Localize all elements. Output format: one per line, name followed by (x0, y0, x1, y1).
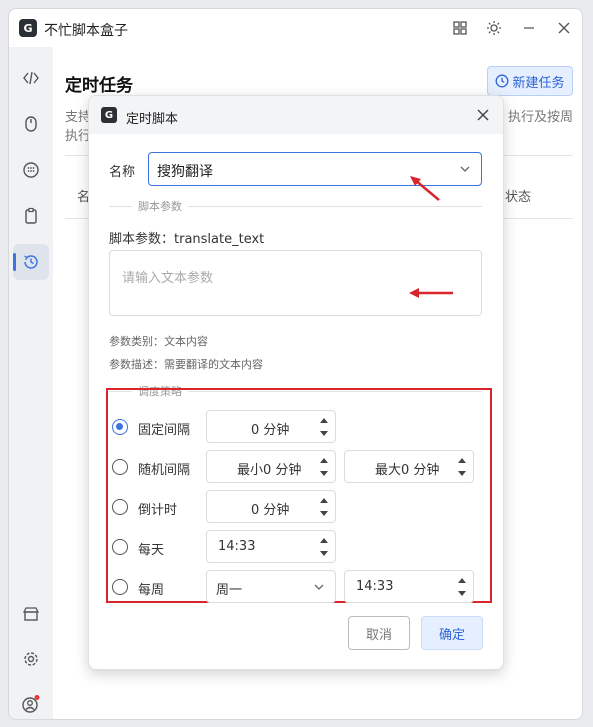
fixed-interval-stepper[interactable]: 0 分钟 (206, 410, 336, 443)
daily-time-picker[interactable]: 14:33 (206, 530, 336, 563)
stepper-value: 最小0 分钟 (237, 463, 302, 478)
option-label: 固定间隔 (138, 423, 191, 438)
active-indicator (13, 253, 16, 271)
minimize-icon[interactable] (519, 18, 539, 38)
stepper-value: 0 分钟 (251, 423, 290, 438)
decrement-arrow-icon[interactable] (320, 511, 328, 516)
stepper-value: 0 分钟 (251, 503, 290, 518)
clipboard-icon (25, 207, 37, 224)
code-icon (23, 71, 39, 85)
radio-daily[interactable] (112, 539, 128, 555)
option-random-interval[interactable]: 随机间隔 最小0 分钟 最大0 分钟 (112, 450, 482, 484)
sidebar-item-schedule[interactable] (13, 244, 49, 280)
decrement-arrow-icon[interactable] (320, 471, 328, 476)
radio-random-interval[interactable] (112, 459, 128, 475)
annotation-arrow-icon (410, 176, 440, 201)
increment-arrow-icon[interactable] (320, 458, 328, 463)
increment-arrow-icon[interactable] (458, 458, 466, 463)
sidebar-item-account[interactable] (13, 686, 49, 719)
store-icon (22, 607, 40, 621)
history-clock-icon (24, 255, 38, 269)
app-title: 不忙脚本盒子 (44, 23, 128, 39)
new-task-label: 新建任务 (512, 75, 565, 91)
sidebar-item-settings[interactable] (13, 641, 49, 677)
close-icon[interactable] (554, 18, 574, 38)
param-description: 参数描述：需要翻译的文本内容 (109, 358, 263, 371)
app-logo-icon: G (101, 107, 117, 123)
decrement-arrow-icon[interactable] (458, 471, 466, 476)
sidebar (9, 47, 53, 719)
option-label: 每周 (138, 583, 165, 598)
increment-arrow-icon[interactable] (320, 418, 328, 423)
radio-weekly[interactable] (112, 579, 128, 595)
keypad-icon (23, 162, 39, 178)
layout-icon[interactable] (450, 18, 470, 38)
app-logo-icon: G (19, 19, 37, 37)
stepper-arrows[interactable] (457, 454, 467, 480)
decrement-arrow-icon[interactable] (458, 591, 466, 596)
title-bar: G 不忙脚本盒子 (9, 9, 582, 47)
column-status-header: 状态 (505, 190, 532, 205)
new-task-button[interactable]: 新建任务 (487, 66, 573, 96)
time-value: 14:33 (356, 579, 394, 594)
weekly-time-picker[interactable]: 14:33 (344, 570, 474, 603)
sidebar-item-mouse[interactable] (13, 106, 49, 142)
chevron-down-icon (314, 584, 324, 590)
stepper-arrows[interactable] (319, 534, 329, 560)
confirm-button[interactable]: 确定 (421, 616, 483, 650)
option-countdown[interactable]: 倒计时 0 分钟 (112, 490, 472, 524)
time-value: 14:33 (218, 539, 256, 554)
decrement-arrow-icon[interactable] (320, 431, 328, 436)
weekday-value: 周一 (216, 583, 243, 598)
mouse-icon (25, 116, 37, 132)
stepper-value: 最大0 分钟 (375, 463, 440, 478)
params-placeholder: 请输入文本参数 (122, 271, 214, 286)
param-type: 参数类别：文本内容 (109, 335, 208, 348)
stepper-arrows[interactable] (319, 414, 329, 440)
random-min-stepper[interactable]: 最小0 分钟 (206, 450, 336, 483)
params-section-label: 脚本参数 (132, 198, 188, 214)
dialog-close-button[interactable] (473, 105, 493, 125)
desc-text: 执行及按周 (507, 110, 573, 125)
sidebar-item-clipboard[interactable] (13, 198, 49, 234)
radio-countdown[interactable] (112, 499, 128, 515)
option-label: 倒计时 (138, 503, 178, 518)
params-label: 脚本参数：translate_text (109, 232, 265, 247)
annotation-arrow-icon (409, 288, 453, 298)
theme-sun-icon[interactable] (484, 18, 504, 38)
page-title: 定时任务 (65, 76, 133, 96)
schedule-script-dialog: G 定时脚本 名称 搜狗翻译 脚本参数 脚本参数：translate_text … (88, 95, 504, 670)
increment-arrow-icon[interactable] (458, 578, 466, 583)
option-fixed-interval[interactable]: 固定间隔 0 分钟 (112, 410, 472, 444)
cancel-button[interactable]: 取消 (348, 616, 410, 650)
script-name-value: 搜狗翻译 (157, 164, 213, 180)
weekday-select[interactable]: 周一 (206, 570, 336, 603)
dialog-header: G 定时脚本 (89, 96, 503, 134)
sidebar-item-store[interactable] (13, 596, 49, 632)
user-avatar-icon (22, 695, 40, 713)
radio-fixed-interval[interactable] (112, 419, 128, 435)
params-input[interactable]: 请输入文本参数 (109, 250, 482, 316)
clock-icon (496, 74, 509, 88)
increment-arrow-icon[interactable] (320, 538, 328, 543)
option-weekly[interactable]: 每周 周一 14:33 (112, 570, 482, 604)
countdown-stepper[interactable]: 0 分钟 (206, 490, 336, 523)
gear-icon (24, 652, 38, 666)
option-daily[interactable]: 每天 14:33 (112, 530, 472, 564)
stepper-arrows[interactable] (457, 574, 467, 600)
close-icon (477, 109, 489, 121)
option-label: 每天 (138, 543, 165, 558)
random-max-stepper[interactable]: 最大0 分钟 (344, 450, 474, 483)
app-window: G 不忙脚本盒子 定时任务 新建任务 支持 执行及按周 执行 名 状态 G 定时… (8, 8, 583, 720)
stepper-arrows[interactable] (319, 494, 329, 520)
name-label: 名称 (109, 165, 136, 180)
dialog-title: 定时脚本 (126, 112, 179, 127)
option-label: 随机间隔 (138, 463, 191, 478)
decrement-arrow-icon[interactable] (320, 551, 328, 556)
stepper-arrows[interactable] (319, 454, 329, 480)
chevron-down-icon (460, 166, 470, 172)
sidebar-item-code[interactable] (13, 60, 49, 96)
sidebar-item-keyboard[interactable] (13, 152, 49, 188)
increment-arrow-icon[interactable] (320, 498, 328, 503)
